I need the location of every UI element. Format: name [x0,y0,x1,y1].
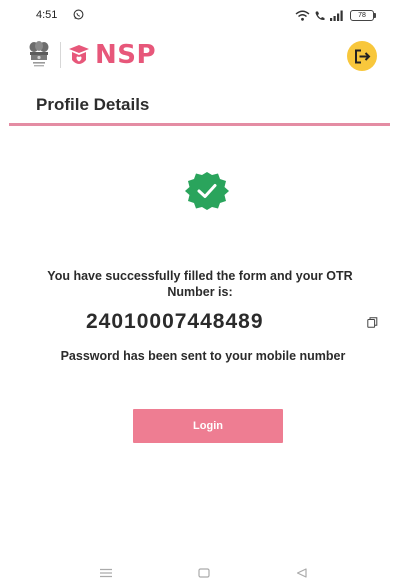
success-message: You have successfully filled the form an… [47,269,353,299]
app-header: NSP [0,36,396,80]
title-underline [9,123,390,126]
volte-call-icon [315,11,325,20]
copy-icon[interactable] [367,317,378,328]
home-icon[interactable] [198,568,210,578]
status-icons: 78 [295,8,376,22]
signal-icon [330,10,343,21]
otr-row: 24010007448489 [0,310,396,340]
screen: 4:51 78 NSP Profile Details You have suc… [0,0,396,583]
battery-icon: 78 [350,9,376,21]
brand-name: NSP [95,40,157,70]
status-time: 4:51 [36,9,58,21]
logout-button[interactable] [347,41,377,71]
nsp-logo-icon [69,45,89,64]
battery-tip [374,12,376,18]
wifi-icon [295,10,310,21]
menu-icon[interactable] [99,568,113,578]
back-icon[interactable] [296,568,307,578]
national-emblem-icon [29,41,49,67]
page-title: Profile Details [36,95,150,114]
logout-icon [354,49,370,63]
login-button[interactable]: Login [133,409,283,443]
status-bar: 4:51 78 [0,0,396,30]
nav-bar [0,563,396,583]
check-badge-icon [185,172,229,210]
header-divider [60,42,61,68]
otr-number: 24010007448489 [86,310,264,333]
whatsapp-icon [73,9,84,20]
battery-level: 78 [350,9,374,21]
password-message: Password has been sent to your mobile nu… [60,349,346,363]
